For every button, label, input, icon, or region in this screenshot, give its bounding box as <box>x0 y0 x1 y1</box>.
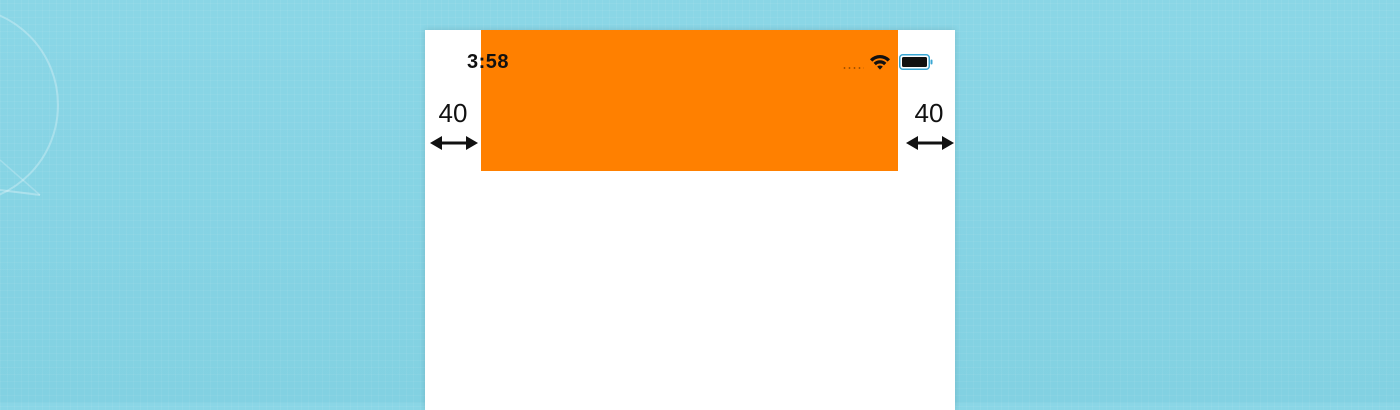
status-time: 3:58 <box>467 51 510 73</box>
left-margin-arrow-icon <box>430 136 478 150</box>
phone-screen: 3:58 40 40 <box>425 30 955 410</box>
wifi-icon <box>870 54 890 70</box>
right-margin-label: 40 <box>914 98 944 128</box>
signal-dots-icon <box>842 67 864 69</box>
right-margin-arrow-icon <box>906 136 954 150</box>
left-margin-label: 40 <box>438 98 468 128</box>
status-bar: 3:58 <box>425 30 955 96</box>
battery-icon <box>899 54 933 70</box>
background-decoration <box>0 14 59 196</box>
